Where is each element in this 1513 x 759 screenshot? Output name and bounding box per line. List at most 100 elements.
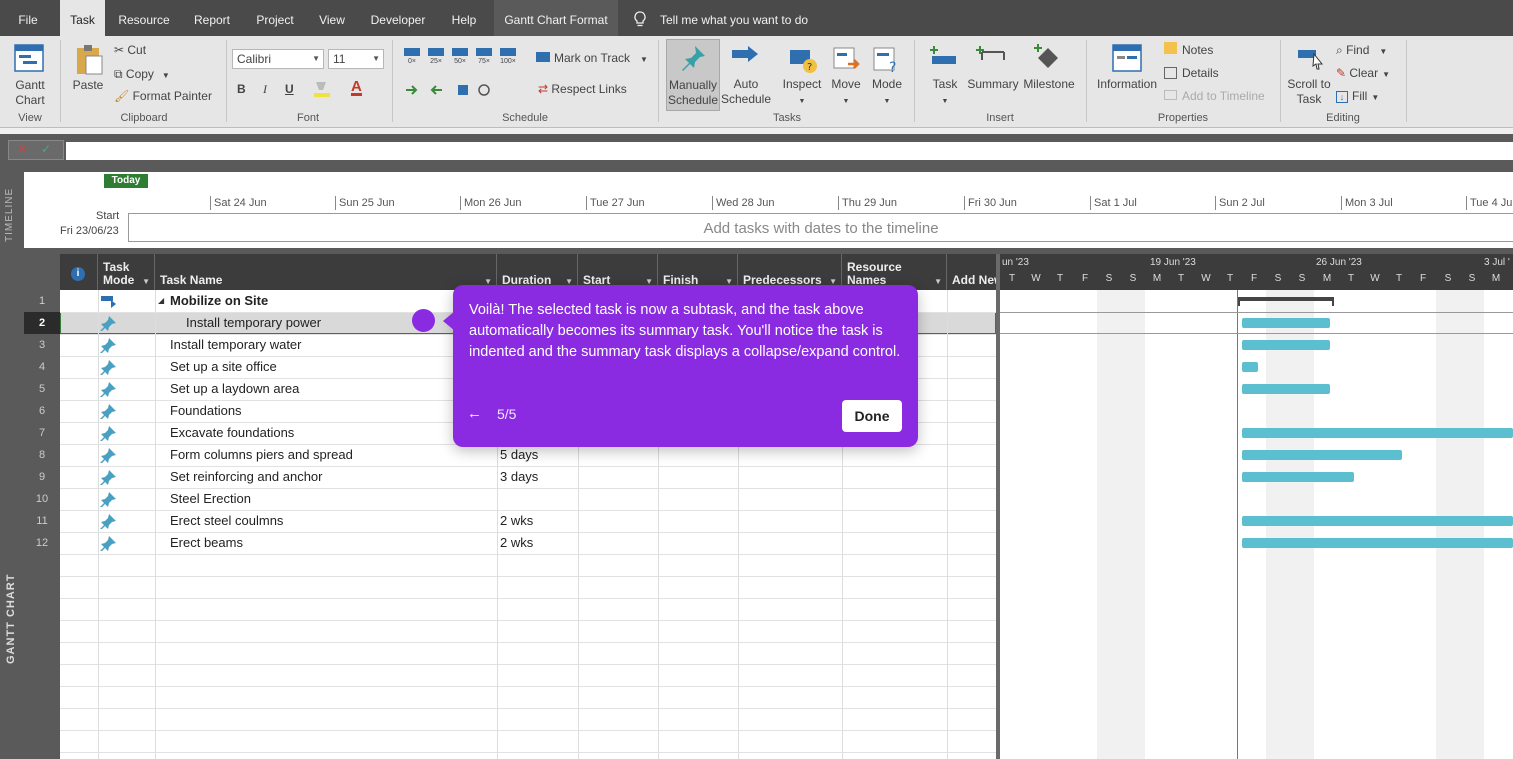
timeline-canvas[interactable]: Today Sat 24 Jun Sun 25 Jun Mon 26 Jun Tue … [24, 172, 1513, 248]
percent-3-button[interactable]: 75× [474, 46, 494, 72]
row-number[interactable]: 3 [24, 334, 60, 356]
duration-cell[interactable]: 2 wks [500, 532, 576, 554]
percent-4-button[interactable]: 100× [498, 46, 518, 72]
task-name-cell[interactable]: Form columns piers and spread [170, 444, 490, 466]
duration-cell[interactable]: 5 days [500, 444, 576, 466]
task-bar[interactable] [1242, 340, 1330, 350]
timeline-bar[interactable]: Add tasks with dates to the timeline [128, 213, 1513, 242]
underline-button[interactable]: U [285, 81, 294, 97]
font-color-button[interactable]: A [351, 79, 362, 96]
highlight-color-icon[interactable] [312, 80, 332, 98]
cut-button[interactable]: ✂ Cut [114, 42, 146, 58]
bold-button[interactable]: B [237, 81, 246, 97]
duration-cell[interactable]: 2 wks [500, 510, 576, 532]
gantt-chart-button[interactable]: Gantt Chart [2, 78, 58, 108]
copy-button[interactable]: ⧉ Copy ▼ [114, 66, 170, 82]
menu-file[interactable]: File [10, 0, 46, 36]
column-task-name[interactable]: Task Name ▼ [155, 254, 497, 290]
insert-task-button[interactable]: Task ▼ [924, 77, 966, 109]
collapse-triangle-icon[interactable]: ◢ [158, 290, 164, 312]
table-row[interactable]: Set reinforcing and anchor 3 days [60, 466, 996, 488]
row-number[interactable]: 10 [24, 488, 60, 510]
row-number[interactable]: 8 [24, 444, 60, 466]
task-name-cell[interactable]: Foundations [170, 400, 490, 422]
percent-2-button[interactable]: 50× [450, 46, 470, 72]
percent-0-button[interactable]: 0× [402, 46, 422, 72]
task-bar[interactable] [1242, 516, 1513, 526]
mark-on-track-button[interactable]: Mark on Track ▼ [536, 50, 648, 66]
menu-resource[interactable]: Resource [113, 0, 175, 36]
milestone-button[interactable]: Milestone [1020, 77, 1078, 92]
manually-schedule-button[interactable]: Manually Schedule [666, 39, 720, 111]
menu-developer[interactable]: Developer [365, 0, 431, 36]
information-button[interactable]: Information [1092, 77, 1162, 92]
task-name-cell[interactable]: Set reinforcing and anchor [170, 466, 490, 488]
row-number-empty[interactable] [24, 554, 60, 576]
task-bar[interactable] [1242, 362, 1258, 372]
row-number[interactable]: 2 [24, 312, 60, 334]
tour-hotspot[interactable] [412, 309, 435, 332]
menu-help[interactable]: Help [443, 0, 485, 36]
row-number-empty[interactable] [24, 708, 60, 730]
details-button[interactable]: Details [1164, 65, 1219, 81]
auto-schedule-button[interactable]: Auto Schedule [720, 77, 772, 107]
font-size-select[interactable]: 11 ▼ [328, 49, 384, 69]
entry-field[interactable] [66, 142, 1513, 160]
summary-bar[interactable] [1238, 297, 1334, 301]
menu-gantt-chart-format[interactable]: Gantt Chart Format [494, 0, 618, 36]
font-family-select[interactable]: Calibri ▼ [232, 49, 324, 69]
row-number-empty[interactable] [24, 664, 60, 686]
task-name-cell[interactable]: Steel Erection [170, 488, 490, 510]
row-number[interactable]: 12 [24, 532, 60, 554]
tell-me-search[interactable]: Tell me what you want to do [660, 0, 830, 36]
row-number[interactable]: 9 [24, 466, 60, 488]
italic-button[interactable]: I [263, 81, 267, 97]
table-row[interactable]: Erect beams 2 wks [60, 532, 996, 554]
menu-task[interactable]: Task [60, 0, 105, 36]
paste-button[interactable]: Paste [68, 78, 108, 93]
task-bar[interactable] [1242, 538, 1513, 548]
duration-cell[interactable]: 3 days [500, 466, 576, 488]
scroll-to-task-button[interactable]: Scroll to Task [1286, 77, 1332, 107]
column-add-new[interactable]: Add New [947, 254, 996, 290]
duration-cell[interactable] [500, 488, 576, 510]
entry-cancel-confirm[interactable]: ✕ ✓ [8, 140, 64, 160]
table-row[interactable]: Erect steel coulmns 2 wks [60, 510, 996, 532]
inspect-button[interactable]: Inspect ▼ [780, 77, 824, 109]
task-name-cell[interactable]: Mobilize on Site [170, 290, 490, 312]
row-number-empty[interactable] [24, 576, 60, 598]
mode-button[interactable]: Mode ▼ [866, 77, 908, 109]
task-bar[interactable] [1242, 384, 1330, 394]
row-number-empty[interactable] [24, 642, 60, 664]
task-name-cell[interactable]: Set up a site office [170, 356, 490, 378]
summary-button[interactable]: Summary [966, 77, 1020, 92]
task-name-cell[interactable]: Install temporary water [170, 334, 490, 356]
move-button[interactable]: Move ▼ [826, 77, 866, 109]
table-row[interactable]: Steel Erection [60, 488, 996, 510]
task-name-cell[interactable]: Excavate foundations [170, 422, 490, 444]
notes-button[interactable]: Notes [1164, 42, 1213, 58]
menu-project[interactable]: Project [250, 0, 300, 36]
menu-view[interactable]: View [312, 0, 352, 36]
add-to-timeline-button[interactable]: Add to Timeline [1164, 88, 1265, 104]
percent-1-button[interactable]: 25× [426, 46, 446, 72]
row-number-empty[interactable] [24, 686, 60, 708]
row-number[interactable]: 1 [24, 290, 60, 312]
row-number[interactable]: 6 [24, 400, 60, 422]
row-number[interactable]: 5 [24, 378, 60, 400]
format-painter-button[interactable]: 🖌 Format Painter [114, 88, 212, 104]
task-bar[interactable] [1242, 472, 1354, 482]
link-tools-icon[interactable] [404, 82, 494, 98]
menu-report[interactable]: Report [188, 0, 236, 36]
done-button[interactable]: Done [842, 400, 902, 432]
find-button[interactable]: ⌕ Find ▼ [1336, 42, 1387, 58]
column-task-mode[interactable]: Task Mode ▼ [98, 254, 155, 290]
row-number-empty[interactable] [24, 598, 60, 620]
back-arrow-icon[interactable]: ← [467, 405, 485, 423]
task-name-cell[interactable]: Erect beams [170, 532, 490, 554]
row-number-empty[interactable] [24, 730, 60, 752]
task-name-cell[interactable]: Erect steel coulmns [170, 510, 490, 532]
respect-links-button[interactable]: ⇄ Respect Links [538, 81, 627, 97]
clear-button[interactable]: ✎ Clear ▼ [1336, 65, 1390, 81]
row-number[interactable]: 4 [24, 356, 60, 378]
